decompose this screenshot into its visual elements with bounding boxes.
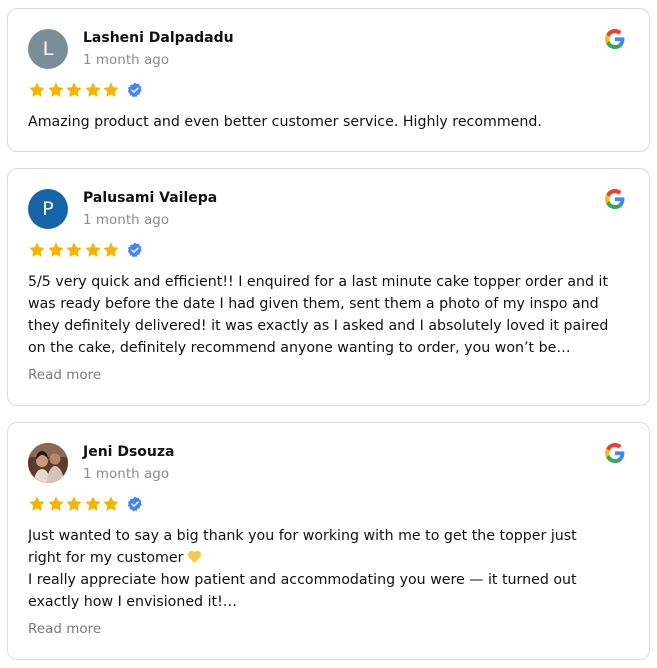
review-card: Jeni Dsouza 1 month ago Just wanted to s… [7,422,650,660]
reviewer-name: Lasheni Dalpadadu [83,30,234,46]
verified-badge-icon [127,242,142,258]
yellow-heart-icon [188,550,202,563]
review-text-line: exactly how I envisioned it!… [28,594,237,610]
avatar-letter: L [42,38,54,60]
verified-badge-icon [127,82,142,98]
review-list: L Lasheni Dalpadadu 1 month ago Amazing … [0,0,657,668]
avatar-photo [28,443,68,483]
review-text-line: Just wanted to say a big thank you for w… [28,525,636,547]
review-text-line: Amazing product and even better customer… [28,114,542,130]
read-more-link[interactable]: Read more [28,621,101,637]
review-text-line: was ready before the date I had given th… [28,296,599,312]
review-time: 1 month ago [83,466,170,482]
review-time: 1 month ago [83,212,170,228]
avatar-letter: P [42,198,54,220]
review-text-segment: right for my customer [28,550,184,566]
avatar [28,443,68,483]
star-icon [103,82,119,97]
star-icon [66,242,82,257]
review-text: Just wanted to say a big thank you for w… [28,525,636,613]
review-text-line: they definitely delivered! it was exactl… [28,318,609,334]
star-icon [29,82,45,97]
avatar: P [28,189,68,229]
star-icon [47,82,64,97]
review-card: L Lasheni Dalpadadu 1 month ago Amazing … [7,8,650,152]
star-rating [28,495,143,513]
review-text-line: on the cake, definitely recommend anyone… [28,340,571,356]
star-icon [47,496,64,511]
google-logo-icon [605,189,625,209]
star-icon [47,242,64,257]
google-logo-icon [605,443,625,463]
avatar: L [28,29,68,69]
review-time: 1 month ago [83,52,170,68]
verified-badge-icon [127,496,142,512]
review-text-line: 5/5 very quick and efficient!! I enquire… [28,274,609,290]
review-card: P Palusami Vailepa 1 month ago 5/5 very … [7,168,650,406]
star-icon [84,496,101,511]
star-icon [103,242,119,257]
star-rating [28,241,143,259]
star-icon [66,496,82,511]
star-icon [29,242,45,257]
review-text-segment: Just wanted to say a big thank you for w… [28,528,577,544]
reviewer-name: Palusami Vailepa [83,190,218,206]
google-logo-icon [605,29,625,49]
star-icon [29,496,45,511]
star-icon [66,82,82,97]
star-icon [84,242,101,257]
star-icon [84,82,101,97]
review-text-line: right for my customer [28,547,636,569]
star-icon [103,496,119,511]
reviewer-name: Jeni Dsouza [83,444,175,460]
review-text: Amazing product and even better customer… [28,111,636,133]
star-rating [28,81,143,99]
review-text-line: I really appreciate how patient and acco… [28,572,577,588]
read-more-link[interactable]: Read more [28,367,101,383]
review-text: 5/5 very quick and efficient!! I enquire… [28,271,636,359]
